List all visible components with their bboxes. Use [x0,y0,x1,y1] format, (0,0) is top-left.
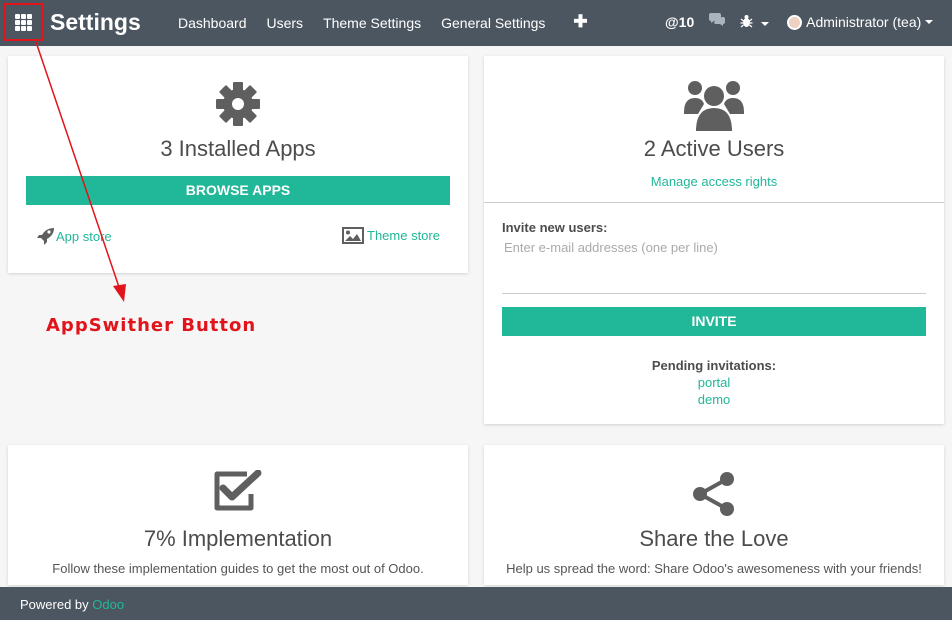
app-switcher-icon [14,13,32,31]
active-users-card: 2 Active Users Manage access rights Invi… [484,56,944,424]
app-switcher-button[interactable] [3,3,43,41]
share-card: Share the Love Help us spread the word: … [484,445,944,585]
pending-invitations-label: Pending invitations: [651,358,777,373]
installed-apps-title: 3 Installed Apps [160,136,316,161]
avatar[interactable] [787,14,803,30]
active-users-title: 2 Active Users [643,136,785,161]
implementation-card: 7% Implementation Follow these implement… [8,445,468,585]
chat-icon[interactable] [708,13,726,31]
top-navbar: Settings Dashboard Users Theme Settings … [0,0,952,46]
users-icon [684,81,744,131]
implementation-title: 7% Implementation [143,526,333,551]
gear-icon [216,82,260,126]
share-title: Share the Love [639,526,789,551]
menu-general-settings[interactable]: General Settings [441,15,545,32]
theme-store-link[interactable]: Theme store [342,227,440,244]
invite-button[interactable]: INVITE [502,307,926,336]
divider [484,202,944,203]
systray: @10 Administrator (tea) [665,13,934,31]
odoo-link[interactable]: Odoo [92,597,124,612]
invite-label: Invite new users: [502,220,608,235]
manage-access-rights-link[interactable]: Manage access rights [484,174,944,189]
rocket-icon [37,228,54,245]
installed-apps-card: 3 Installed Apps BROWSE APPS App store T… [8,56,468,273]
menu-theme-settings[interactable]: Theme Settings [323,15,421,32]
chevron-down-icon [761,21,770,26]
add-menu-icon[interactable]: ✚ [573,12,587,32]
image-icon [342,227,364,244]
main-menu: Dashboard Users Theme Settings General S… [178,12,608,32]
chevron-down-icon [925,20,934,24]
footer: Powered by Odoo [0,587,952,620]
menu-users[interactable]: Users [267,15,304,32]
browse-apps-button[interactable]: BROWSE APPS [26,176,450,205]
user-menu[interactable]: Administrator (tea) [806,14,921,30]
bug-icon [740,14,753,27]
invite-emails-field[interactable] [502,238,926,294]
app-store-link[interactable]: App store [36,227,112,245]
share-subtitle: Help us spread the word: Share Odoo's aw… [506,561,922,576]
annotation-label: AppSwither Button [46,315,257,336]
implementation-subtitle: Follow these implementation guides to ge… [52,561,424,576]
pending-invite-demo[interactable]: demo [484,392,944,407]
checkbox-icon [214,470,262,511]
share-icon [693,472,734,516]
menu-dashboard[interactable]: Dashboard [178,15,247,32]
debug-menu-button[interactable] [740,14,770,31]
mentions-counter[interactable]: @10 [665,14,694,30]
pending-invite-portal[interactable]: portal [484,375,944,390]
app-title: Settings [50,9,141,35]
powered-by-text: Powered by [20,597,89,612]
theme-store-label: Theme store [367,228,440,243]
app-store-label: App store [56,228,112,244]
